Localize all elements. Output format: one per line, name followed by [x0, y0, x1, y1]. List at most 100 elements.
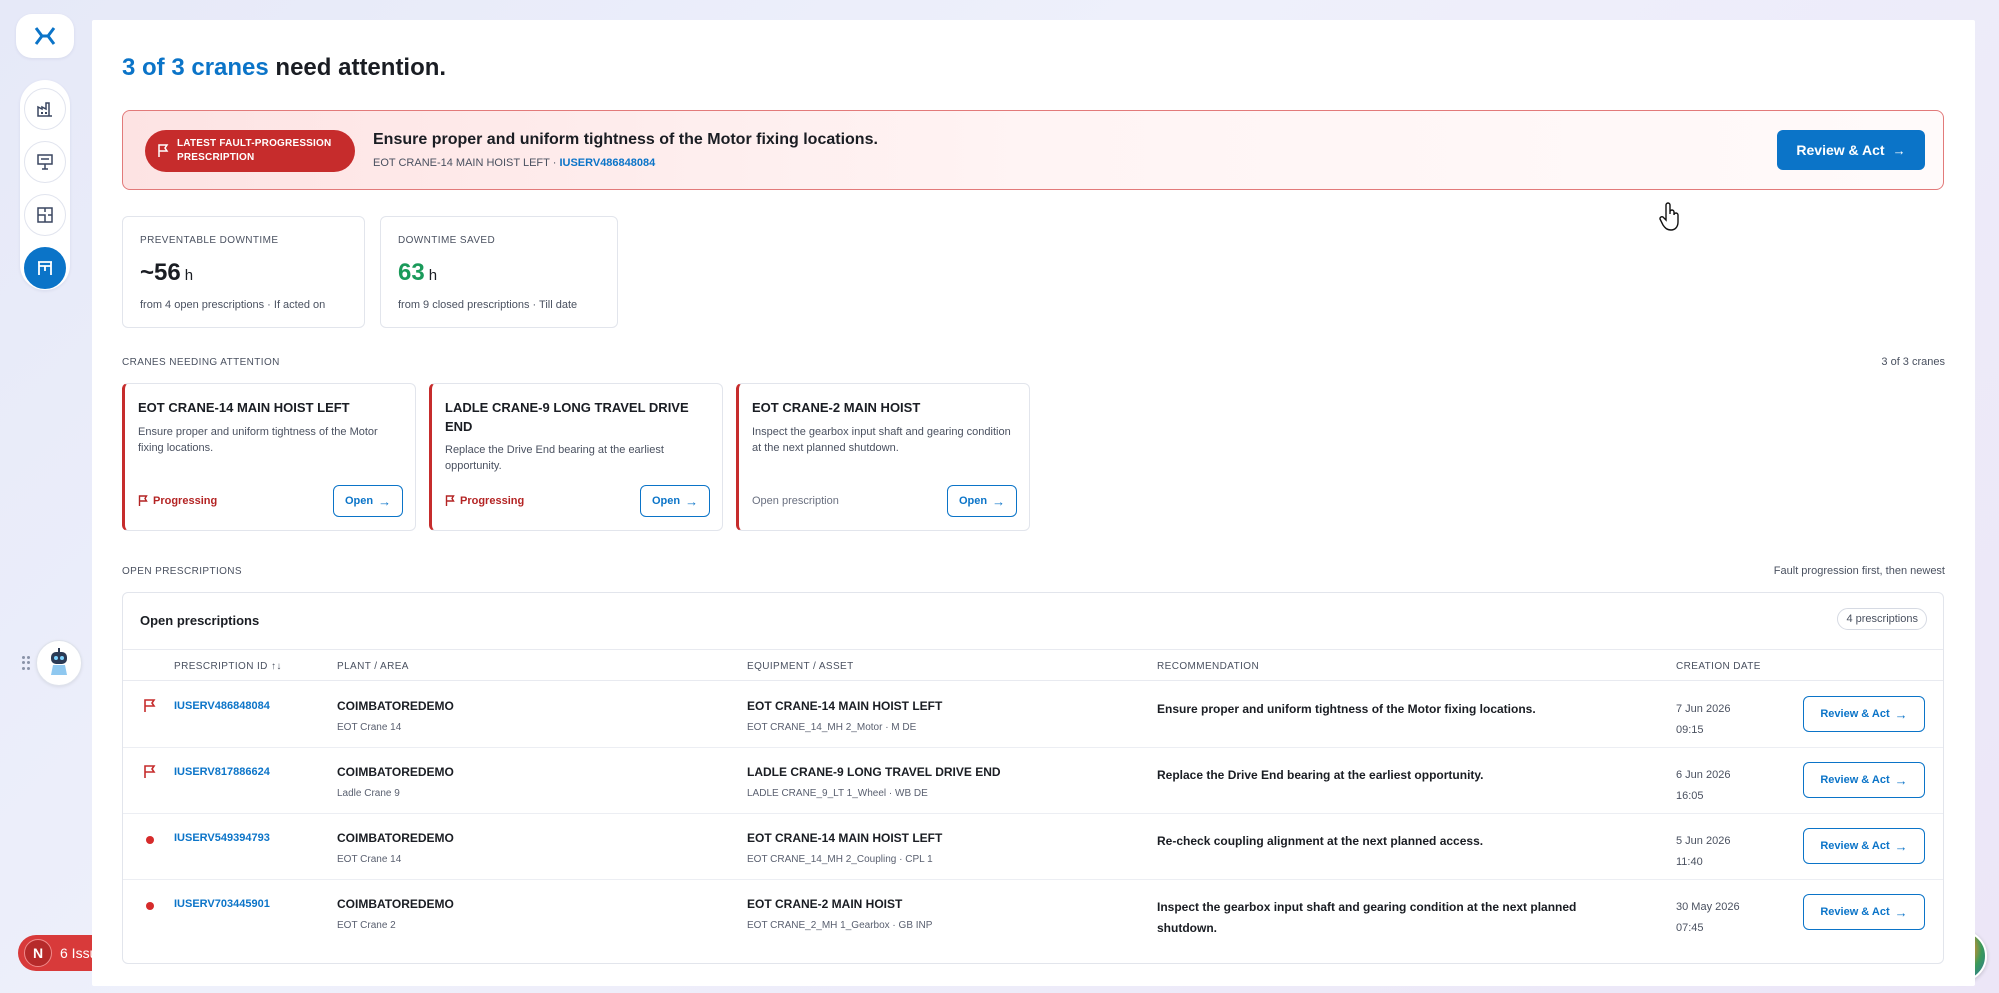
badge-line-2: PRESCRIPTION: [177, 152, 255, 163]
table-row[interactable]: IUSERV817886624 COIMBATOREDEMO Ladle Cra…: [123, 748, 1943, 814]
table-row[interactable]: IUSERV549394793 COIMBATOREDEMO EOT Crane…: [123, 814, 1943, 880]
crane-status-label: Open prescription: [752, 495, 839, 507]
crane-title: LADLE CRANE-9 LONG TRAVEL DRIVE END: [445, 400, 689, 434]
review-act-button[interactable]: Review & Act →: [1777, 130, 1925, 170]
nav-presentation[interactable]: [24, 141, 66, 183]
factory-icon: [37, 102, 52, 117]
open-button[interactable]: Open →: [333, 485, 403, 517]
recommendation-text: Inspect the gearbox input shaft and gear…: [1157, 900, 1577, 935]
stat-label: DOWNTIME SAVED: [398, 235, 496, 246]
asset-name: LADLE CRANE_9_LT 1_Wheel · WB DE: [747, 788, 928, 799]
date-text: 5 Jun 2026: [1676, 835, 1731, 847]
prescription-id-link[interactable]: IUSERV486848084: [174, 700, 270, 712]
crane-card[interactable]: LADLE CRANE-9 LONG TRAVEL DRIVE END Repl…: [429, 383, 723, 531]
alert-asset-name: EOT CRANE-14 MAIN HOIST LEFT ·: [373, 157, 560, 169]
crane-description: Ensure proper and uniform tightness of t…: [138, 426, 378, 454]
page-title: 3 of 3 cranes need attention.: [122, 54, 446, 82]
assistant-widget[interactable]: [22, 640, 82, 686]
header-recommendation: RECOMMENDATION: [1157, 661, 1260, 672]
prescription-id-link[interactable]: IUSERV549394793: [174, 832, 270, 844]
nav-factory[interactable]: [24, 88, 66, 130]
table-row[interactable]: IUSERV486848084 COIMBATOREDEMO EOT Crane…: [123, 682, 1943, 748]
equipment-name: LADLE CRANE-9 LONG TRAVEL DRIVE END: [747, 765, 1001, 779]
arrow-right-icon: →: [1892, 142, 1906, 158]
date-text: 30 May 2026: [1676, 901, 1740, 913]
table-row[interactable]: IUSERV703445901 COIMBATOREDEMO EOT Crane…: [123, 880, 1943, 946]
drag-handle-icon[interactable]: [22, 656, 30, 670]
open-button[interactable]: Open →: [947, 485, 1017, 517]
crane-status-label: Progressing: [153, 495, 218, 507]
nav-floorplan[interactable]: [24, 194, 66, 236]
stat-value: ~56 h: [140, 259, 193, 287]
plant-name: COIMBATOREDEMO: [337, 765, 454, 779]
asset-name: EOT CRANE_2_MH 1_Gearbox · GB INP: [747, 920, 933, 931]
assistant-bot-icon[interactable]: [36, 640, 82, 686]
nav-cranes[interactable]: [24, 247, 66, 289]
alert-prescription-link[interactable]: IUSERV486848084: [559, 157, 655, 169]
time-text: 11:40: [1676, 856, 1703, 868]
review-act-label: Review & Act: [1820, 774, 1890, 786]
flag-icon: [445, 495, 455, 506]
flag-icon: [138, 495, 148, 506]
crane-status: Progressing: [445, 495, 524, 507]
prescription-id-link[interactable]: IUSERV817886624: [174, 766, 270, 778]
open-button[interactable]: Open →: [640, 485, 710, 517]
status-dot-icon: [146, 902, 154, 910]
prescriptions-count-badge: 4 prescriptions: [1837, 608, 1927, 630]
equipment-name: EOT CRANE-14 MAIN HOIST LEFT: [747, 699, 943, 713]
crane-title: EOT CRANE-14 MAIN HOIST LEFT: [138, 400, 350, 415]
stat-value: 63 h: [398, 259, 437, 287]
review-act-button[interactable]: Review & Act →: [1803, 696, 1925, 732]
stat-unit: h: [184, 267, 194, 284]
alert-title: Ensure proper and uniform tightness of t…: [373, 131, 878, 148]
prescriptions-table: Open prescriptions 4 prescriptions PRESC…: [122, 592, 1944, 964]
prescription-id-link[interactable]: IUSERV703445901: [174, 898, 270, 910]
arrow-right-icon: →: [1894, 706, 1908, 722]
latest-prescription-banner: LATEST FAULT-PROGRESSION PRESCRIPTION Ens…: [122, 110, 1944, 190]
badge-text: LATEST FAULT-PROGRESSION PRESCRIPTION: [177, 137, 331, 165]
fault-progression-badge: LATEST FAULT-PROGRESSION PRESCRIPTION: [145, 130, 355, 172]
stat-card-preventable: PREVENTABLE DOWNTIME ~56 h from 4 open pr…: [122, 216, 365, 328]
stat-unit: h: [428, 267, 438, 284]
header-prescription-id[interactable]: PRESCRIPTION ID ↑↓: [174, 661, 282, 672]
arrow-right-icon: →: [1894, 838, 1908, 854]
app-logo[interactable]: [16, 14, 74, 58]
stat-footnote: from 4 open prescriptions · If acted on: [140, 299, 326, 311]
badge-line-1: LATEST FAULT-PROGRESSION: [177, 138, 332, 149]
crane-status: Progressing: [138, 495, 217, 507]
sort-icon[interactable]: ↑↓: [271, 661, 282, 672]
review-act-button[interactable]: Review & Act →: [1803, 894, 1925, 930]
review-act-button[interactable]: Review & Act →: [1803, 762, 1925, 798]
logo-icon: [34, 27, 56, 45]
stat-number: 63: [398, 259, 425, 286]
arrow-right-icon: →: [1894, 904, 1908, 920]
open-label: Open: [651, 495, 681, 507]
presentation-icon: [37, 154, 53, 170]
flag-icon: [158, 144, 169, 157]
crane-card[interactable]: EOT CRANE-2 MAIN HOIST Inspect the gearb…: [736, 383, 1030, 531]
header-id-label: PRESCRIPTION ID: [174, 661, 268, 672]
date-text: 6 Jun 2026: [1676, 769, 1731, 781]
asset-name: EOT CRANE_14_MH 2_Motor · M DE: [747, 722, 917, 733]
plant-name: COIMBATOREDEMO: [337, 699, 454, 713]
arrow-right-icon: →: [378, 493, 392, 509]
crane-status-label: Progressing: [460, 495, 525, 507]
page-title-highlight: 3 of 3 cranes: [122, 54, 269, 81]
crane-card[interactable]: EOT CRANE-14 MAIN HOIST LEFT Ensure prop…: [122, 383, 416, 531]
review-act-label: Review & Act: [1796, 142, 1885, 158]
equipment-name: EOT CRANE-2 MAIN HOIST: [747, 897, 903, 911]
time-text: 16:05: [1676, 790, 1704, 802]
prescriptions-section-label: OPEN PRESCRIPTIONS: [122, 566, 242, 577]
recommendation-text: Re-check coupling alignment at the next …: [1157, 834, 1484, 848]
main-panel: 3 of 3 cranes need attention. LATEST FAU…: [92, 20, 1975, 986]
area-name: EOT Crane 14: [337, 722, 402, 733]
stat-card-saved: DOWNTIME SAVED 63 h from 9 closed prescri…: [380, 216, 618, 328]
creation-date: 7 Jun 2026 09:15: [1676, 699, 1730, 741]
review-act-button[interactable]: Review & Act →: [1803, 828, 1925, 864]
arrow-right-icon: →: [992, 493, 1006, 509]
arrow-right-icon: →: [685, 493, 699, 509]
review-act-label: Review & Act: [1820, 708, 1890, 720]
equipment-name: EOT CRANE-14 MAIN HOIST LEFT: [747, 831, 943, 845]
header-creation-date: CREATION DATE: [1676, 661, 1761, 672]
arrow-right-icon: →: [1894, 772, 1908, 788]
